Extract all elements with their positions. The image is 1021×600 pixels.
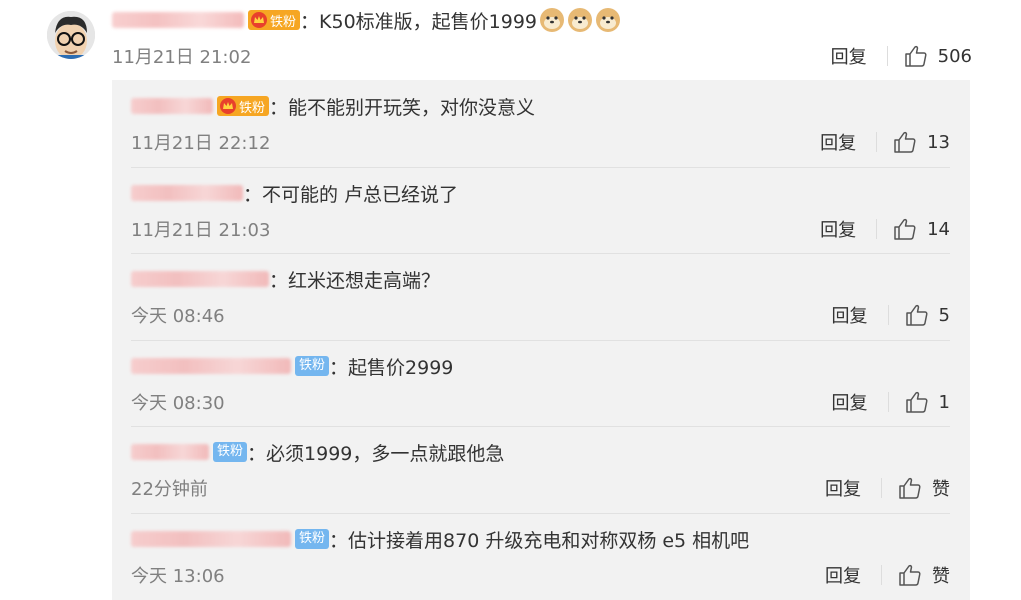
- replies-panel: 铁粉 ：能不能别开玩笑，对你没意义 11月21日 22:12 回复 13 ：不可…: [112, 80, 970, 600]
- like-count: 506: [937, 45, 972, 67]
- fan-badge[interactable]: 铁粉: [295, 529, 330, 549]
- reply-time: 11月21日 21:03: [131, 220, 271, 241]
- doge-emoji-icon: [596, 8, 621, 32]
- divider: [881, 565, 882, 585]
- reply-button[interactable]: 回复: [820, 129, 856, 155]
- username-blurred[interactable]: [131, 444, 209, 460]
- comment-actions: 回复 506: [831, 43, 972, 69]
- comment-text: ：K50标准版，起售价1999: [300, 10, 538, 33]
- like-count: 赞: [932, 479, 950, 500]
- thumbs-up-icon: [905, 304, 928, 326]
- fan-badge[interactable]: 铁粉: [217, 96, 270, 116]
- username-blurred[interactable]: [112, 12, 244, 28]
- thumbs-up-icon: [894, 131, 916, 153]
- like-button[interactable]: 5: [905, 303, 950, 327]
- fan-badge[interactable]: 铁粉: [295, 356, 330, 376]
- username-blurred[interactable]: [131, 98, 213, 114]
- reply-button[interactable]: 回复: [825, 475, 861, 501]
- reply-time: 22分钟前: [131, 479, 208, 500]
- reply-button[interactable]: 回复: [831, 43, 867, 69]
- reply-actions: 回复 5: [832, 302, 950, 328]
- reply-actions: 回复 13: [820, 129, 950, 155]
- like-button[interactable]: 赞: [898, 562, 950, 588]
- like-count: 1: [938, 391, 950, 413]
- reply-text: ：不可能的 卢总已经说了: [243, 183, 459, 206]
- reply-time: 今天 08:46: [131, 306, 225, 327]
- username-blurred[interactable]: [131, 271, 269, 287]
- like-count: 赞: [932, 566, 950, 587]
- reply-time: 今天 08:30: [131, 393, 225, 414]
- reply-button[interactable]: 回复: [820, 216, 856, 242]
- divider: [886, 46, 888, 66]
- fan-badge[interactable]: 铁粉: [248, 10, 301, 30]
- reply-item: ：红米还想走高端？ 今天 08:46 回复 5: [131, 261, 950, 341]
- divider: [887, 305, 889, 325]
- reply-time: 今天 13:06: [131, 566, 225, 587]
- reply-item: 铁粉 ：能不能别开玩笑，对你没意义 11月21日 22:12 回复 13: [131, 88, 950, 168]
- reply-item: 铁粉 ：必须1999，多一点就跟他急 22分钟前 回复 赞: [131, 434, 950, 514]
- thumbs-up-icon: [904, 45, 927, 67]
- reply-button[interactable]: 回复: [832, 389, 868, 415]
- like-button[interactable]: 13: [893, 130, 950, 154]
- fan-badge[interactable]: 铁粉: [213, 442, 248, 462]
- like-button[interactable]: 506: [904, 44, 972, 68]
- reply-actions: 回复 赞: [825, 475, 950, 501]
- like-button[interactable]: 1: [905, 390, 950, 414]
- like-count: 14: [927, 218, 950, 240]
- user-avatar[interactable]: [47, 11, 95, 59]
- doge-emoji-icon: [568, 8, 593, 32]
- reply-button[interactable]: 回复: [832, 302, 868, 328]
- crown-icon: [220, 98, 236, 114]
- reply-text: ：能不能别开玩笑，对你没意义: [269, 96, 536, 119]
- like-count: 13: [927, 131, 950, 153]
- thumbs-up-icon: [899, 477, 921, 499]
- reply-button[interactable]: 回复: [825, 562, 861, 588]
- divider: [876, 132, 878, 152]
- reply-item: 铁粉 ：起售价2999 今天 08:30 回复 1: [131, 348, 950, 427]
- main-comment: 铁粉 ：K50标准版，起售价1999 11月21日 21:02 回复 506: [112, 4, 972, 74]
- like-count: 5: [938, 304, 950, 326]
- thumbs-up-icon: [899, 564, 921, 586]
- reply-time: 11月21日 22:12: [131, 133, 271, 154]
- divider: [887, 392, 889, 412]
- username-blurred[interactable]: [131, 358, 291, 374]
- thumbs-up-icon: [894, 218, 916, 240]
- divider: [876, 219, 878, 239]
- reply-item: 铁粉 ：估计接着用870 升级充电和对称双杨 e5 相机吧 今天 13:06 回…: [131, 521, 950, 600]
- username-blurred[interactable]: [131, 531, 291, 547]
- reply-actions: 回复 1: [832, 389, 950, 415]
- username-blurred[interactable]: [131, 185, 243, 201]
- reply-text: ：起售价2999: [329, 356, 454, 379]
- reply-actions: 回复 14: [820, 216, 950, 242]
- reply-text: ：红米还想走高端？: [269, 269, 441, 292]
- like-button[interactable]: 赞: [898, 475, 950, 501]
- reply-text: ：估计接着用870 升级充电和对称双杨 e5 相机吧: [329, 529, 750, 552]
- doge-emoji-icon: [540, 8, 565, 32]
- comment-time: 11月21日 21:02: [112, 47, 252, 68]
- reply-text: ：必须1999，多一点就跟他急: [247, 442, 505, 465]
- reply-actions: 回复 赞: [825, 562, 950, 588]
- reply-item: ：不可能的 卢总已经说了 11月21日 21:03 回复 14: [131, 175, 950, 254]
- divider: [881, 478, 882, 498]
- thumbs-up-icon: [905, 391, 928, 413]
- crown-icon: [251, 12, 267, 28]
- like-button[interactable]: 14: [893, 217, 950, 241]
